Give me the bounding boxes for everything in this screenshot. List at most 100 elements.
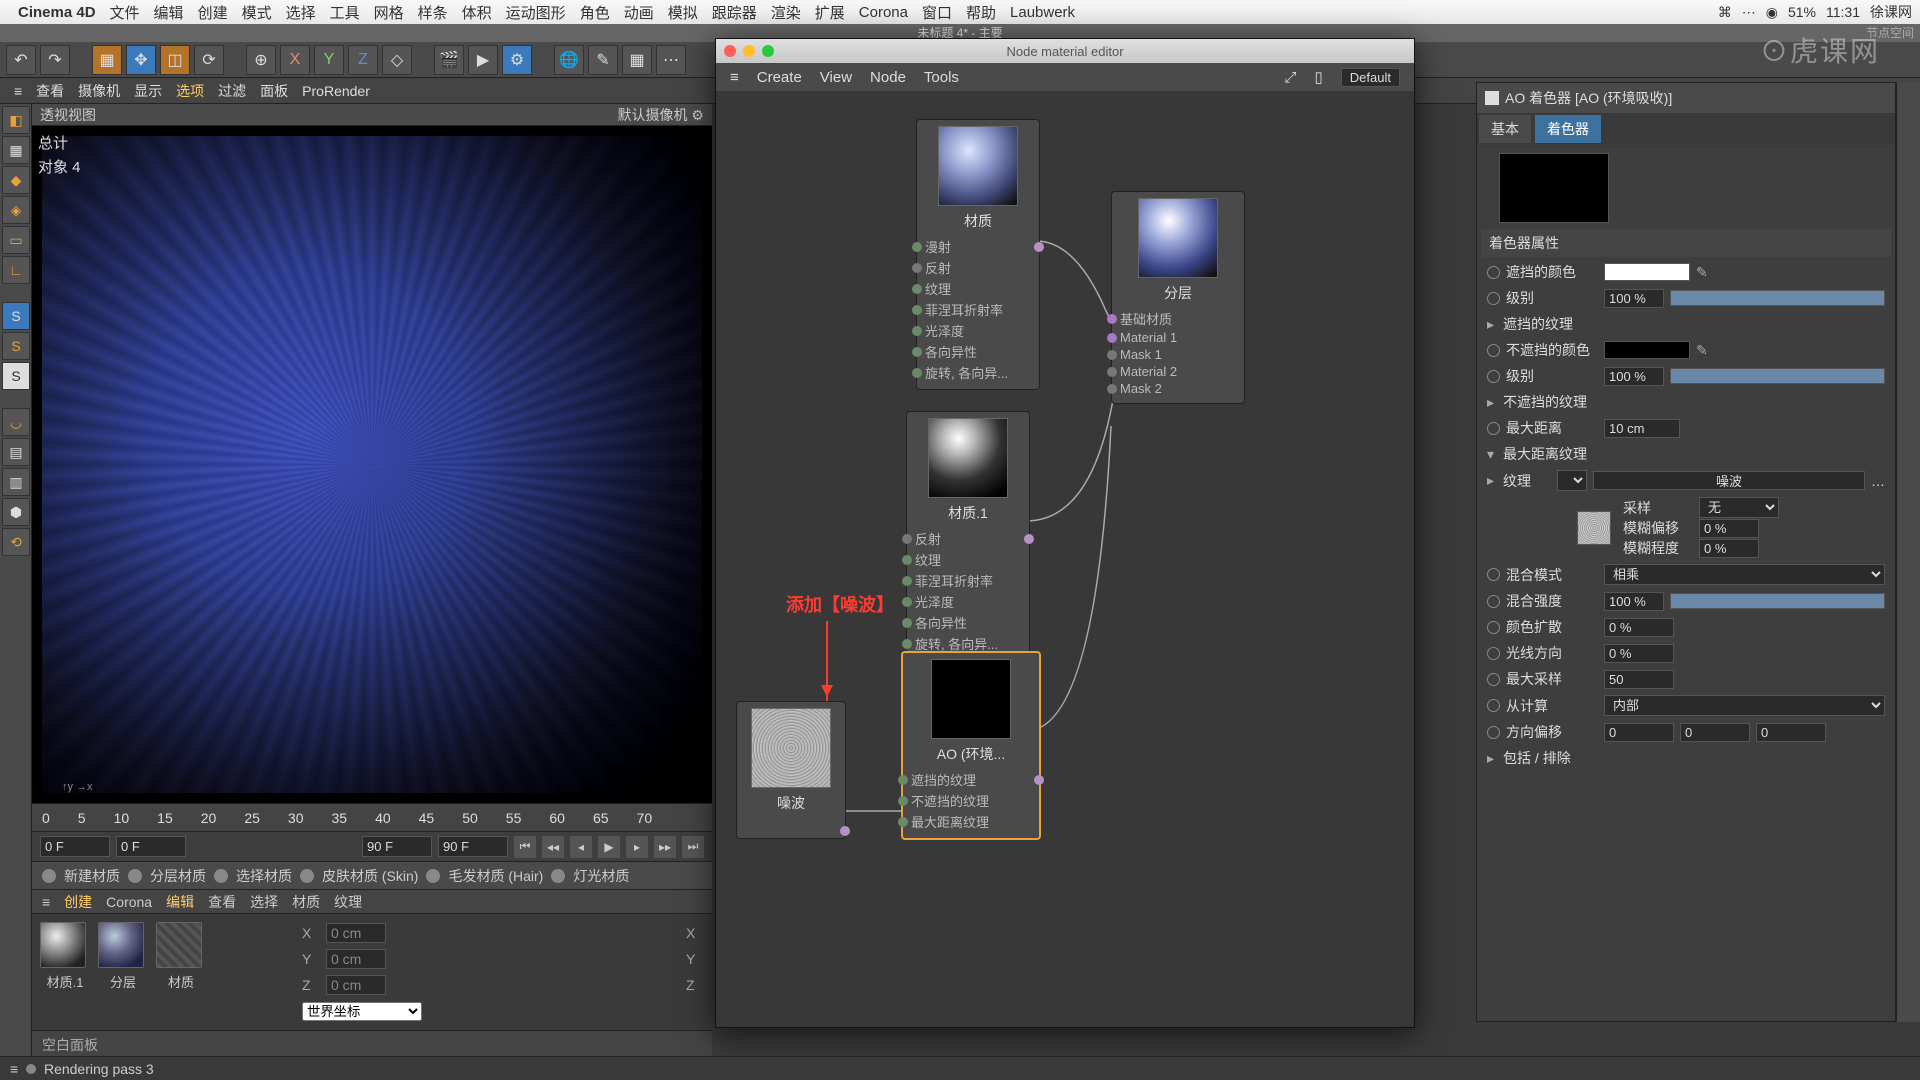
material-item[interactable]: 分层	[98, 922, 148, 1015]
render-button[interactable]: 🎬	[434, 45, 464, 75]
level-slider[interactable]	[1670, 290, 1885, 306]
eyedropper-icon[interactable]: ✎	[1696, 342, 1712, 358]
lightdir-input[interactable]	[1604, 644, 1674, 663]
menu-help[interactable]: 帮助	[966, 2, 996, 23]
vp-prorender[interactable]: ProRender	[302, 83, 370, 99]
coord-z[interactable]: 0 cm	[326, 975, 386, 995]
frame-end2[interactable]	[438, 836, 508, 857]
frame-cur[interactable]	[116, 836, 186, 857]
move-button[interactable]: ✥	[126, 45, 156, 75]
bluramt-input[interactable]	[1699, 539, 1759, 558]
edge-mode-button[interactable]: ∟	[2, 256, 30, 284]
material-item[interactable]: 材质	[156, 922, 206, 1015]
goto-start-button[interactable]: ⏮	[514, 836, 536, 858]
goto-end-button[interactable]: ⏭	[682, 836, 704, 858]
node-material-1[interactable]: 材质 漫射 反射 纹理 菲涅耳折射率 光泽度 各向异性 旋转, 各向异...	[916, 119, 1040, 390]
unoccluded-tex-row[interactable]: 不遮挡的纹理	[1503, 392, 1587, 412]
point-mode-button[interactable]: ▭	[2, 226, 30, 254]
node-menu-tools[interactable]: Tools	[924, 69, 959, 86]
menu-window[interactable]: 窗口	[922, 2, 952, 23]
brush-button[interactable]: ✎	[588, 45, 618, 75]
menu-mograph[interactable]: 运动图形	[506, 2, 566, 23]
menu-anim[interactable]: 动画	[624, 2, 654, 23]
coord-x[interactable]: 0 cm	[326, 923, 386, 943]
select-material[interactable]: 选择材质	[236, 866, 292, 886]
menu-character[interactable]: 角色	[580, 2, 610, 23]
mixstrength-input[interactable]	[1604, 592, 1664, 611]
mtab-select[interactable]: 选择	[250, 892, 278, 912]
y-lock-button[interactable]: Y	[314, 45, 344, 75]
menu-mode[interactable]: 模式	[242, 2, 272, 23]
mtab-create[interactable]: 创建	[64, 892, 92, 912]
x-lock-button[interactable]: X	[280, 45, 310, 75]
globe-button[interactable]: 🌐	[554, 45, 584, 75]
menu-track[interactable]: 跟踪器	[712, 2, 757, 23]
s-button-1[interactable]: S	[2, 302, 30, 330]
frame-end[interactable]	[362, 836, 432, 857]
tab-basic[interactable]: 基本	[1479, 115, 1531, 143]
s-button-3[interactable]: S	[2, 362, 30, 390]
occluded-tex-row[interactable]: 遮挡的纹理	[1503, 314, 1573, 334]
work-button-3[interactable]: ⬢	[2, 498, 30, 526]
include-exclude-row[interactable]: 包括 / 排除	[1503, 748, 1571, 768]
vp-display[interactable]: 显示	[134, 81, 162, 101]
undo-button[interactable]: ↶	[6, 45, 36, 75]
menu-edit[interactable]: 编辑	[154, 2, 184, 23]
node-layer[interactable]: 分层 基础材质 Material 1 Mask 1 Material 2 Mas…	[1111, 191, 1245, 404]
maxsamp-input[interactable]	[1604, 670, 1674, 689]
level-input[interactable]	[1604, 289, 1664, 308]
light-material[interactable]: 灯光材质	[573, 866, 629, 886]
s-button-2[interactable]: S	[2, 332, 30, 360]
skin-material[interactable]: 皮肤材质 (Skin)	[322, 866, 418, 886]
menu-ext[interactable]: 扩展	[815, 2, 845, 23]
fromcalc-dropdown[interactable]: 内部	[1604, 695, 1885, 716]
mtab-edit[interactable]: 编辑	[166, 892, 194, 912]
next-key-button[interactable]: ▸▸	[654, 836, 676, 858]
level2-slider[interactable]	[1670, 368, 1885, 384]
redo-button[interactable]: ↷	[40, 45, 70, 75]
render-settings-button[interactable]: ⚙	[502, 45, 532, 75]
maxdist-tex-row[interactable]: 最大距离纹理	[1503, 444, 1587, 464]
tex-arrow-dropdown[interactable]	[1557, 470, 1587, 491]
bluroff-input[interactable]	[1699, 519, 1759, 538]
vp-filter[interactable]: 过滤	[218, 81, 246, 101]
obj-mode-button[interactable]: ◆	[2, 166, 30, 194]
menu-tools[interactable]: 工具	[330, 2, 360, 23]
work-button-4[interactable]: ⟲	[2, 528, 30, 556]
menu-mesh[interactable]: 网格	[374, 2, 404, 23]
node-material-2[interactable]: 材质.1 反射 纹理 菲涅耳折射率 光泽度 各向异性 旋转, 各向异...	[906, 411, 1030, 661]
z-lock-button[interactable]: Z	[348, 45, 378, 75]
next-frame-button[interactable]: ▸	[626, 836, 648, 858]
vp-camera[interactable]: 摄像机	[78, 81, 120, 101]
diroff-y[interactable]	[1680, 723, 1750, 742]
eyedropper-icon[interactable]: ✎	[1696, 264, 1712, 280]
live-sel-button[interactable]: ▦	[92, 45, 122, 75]
mixstrength-slider[interactable]	[1670, 593, 1885, 609]
mtab-material[interactable]: 材质	[292, 892, 320, 912]
colorspread-input[interactable]	[1604, 618, 1674, 637]
menu-volume[interactable]: 体积	[462, 2, 492, 23]
scale-button[interactable]: ◫	[160, 45, 190, 75]
node-menu-create[interactable]: Create	[757, 69, 802, 86]
menu-create[interactable]: 创建	[198, 2, 228, 23]
node-preset-dropdown[interactable]: Default	[1341, 68, 1400, 87]
menu-sim[interactable]: 模拟	[668, 2, 698, 23]
new-material[interactable]: 新建材质	[64, 866, 120, 886]
more-button[interactable]: ⋯	[656, 45, 686, 75]
sample-dropdown[interactable]: 无	[1699, 497, 1779, 518]
mtab-view[interactable]: 查看	[208, 892, 236, 912]
magnet-button[interactable]: ◡	[2, 408, 30, 436]
last-tool-button[interactable]: ⊕	[246, 45, 276, 75]
material-item[interactable]: 材质.1	[40, 922, 90, 1015]
texture-value[interactable]	[1593, 471, 1865, 490]
axis-mode-button[interactable]: ◈	[2, 196, 30, 224]
occluded-color-swatch[interactable]	[1604, 263, 1690, 281]
zoom-fit-icon[interactable]: ⤢	[1285, 69, 1297, 86]
diroff-z[interactable]	[1756, 723, 1826, 742]
play-button[interactable]: ▶	[598, 836, 620, 858]
work-button-2[interactable]: ▥	[2, 468, 30, 496]
node-menu-view[interactable]: View	[820, 69, 852, 86]
vp-panel[interactable]: 面板	[260, 81, 288, 101]
tab-shader[interactable]: 着色器	[1535, 115, 1601, 143]
tex-mode-button[interactable]: ▦	[2, 136, 30, 164]
